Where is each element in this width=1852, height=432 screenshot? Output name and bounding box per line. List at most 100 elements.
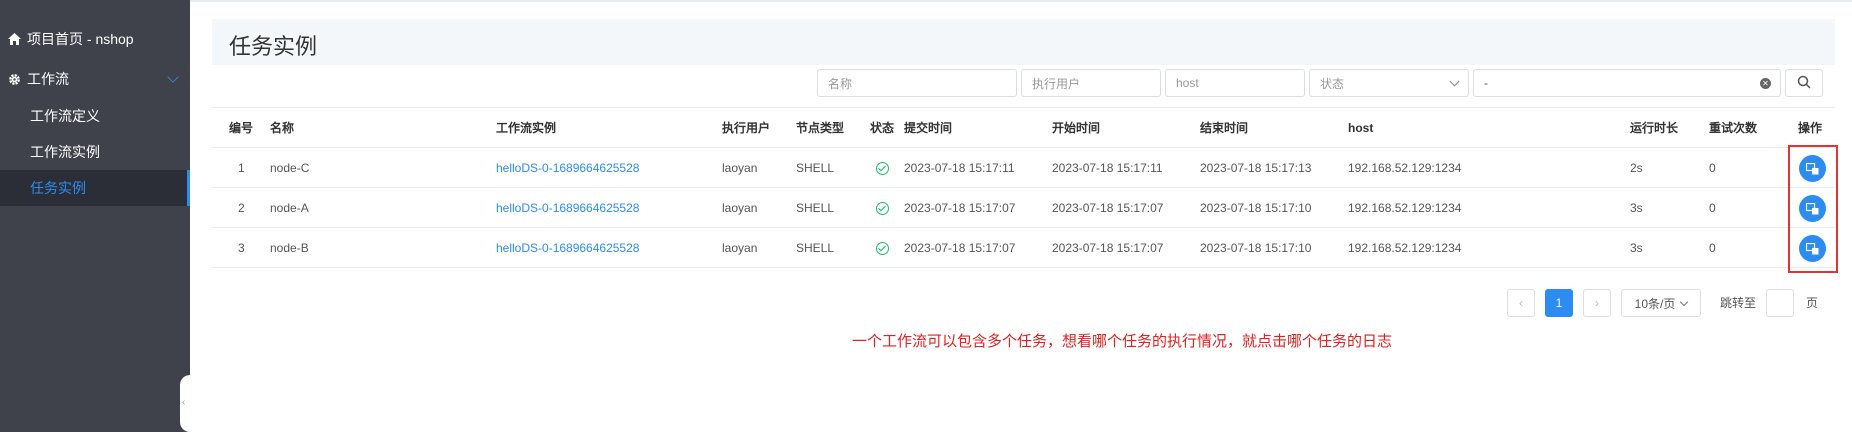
column-header: 重试次数 — [1709, 121, 1758, 135]
state-filter-select[interactable]: 状态 — [1309, 69, 1469, 97]
column-header: 状态 — [870, 121, 895, 135]
start-time: 2023-07-18 15:17:07 — [1052, 241, 1164, 255]
submit-time: 2023-07-18 15:17:07 — [904, 201, 1016, 215]
user-filter-input[interactable]: 执行用户 — [1021, 69, 1161, 97]
row-id: 2 — [238, 201, 245, 215]
retry-count: 0 — [1709, 161, 1716, 175]
table-row: 2 node-A helloDS-0-1689664625528 laoyan … — [212, 188, 1835, 228]
name-filter-placeholder: 名称 — [828, 76, 853, 91]
sidebar-item-task-instance[interactable]: 任务实例 — [0, 170, 190, 206]
sidebar: 项目首页 - nshop 工作流 工作流定义 工作流实例 任务实例 ‹ — [0, 0, 192, 432]
row-id: 3 — [238, 241, 245, 255]
sidebar-item-label: 项目首页 - nshop — [27, 31, 134, 47]
column-header: 开始时间 — [1052, 121, 1101, 135]
page-button-current[interactable]: 1 — [1545, 289, 1573, 317]
submit-time: 2023-07-18 15:17:07 — [904, 241, 1016, 255]
end-time: 2023-07-18 15:17:13 — [1200, 161, 1312, 175]
node-type: SHELL — [796, 201, 835, 215]
workflow-instance-link[interactable]: helloDS-0-1689664625528 — [496, 188, 639, 228]
host-value: 192.168.52.129:1234 — [1348, 161, 1462, 175]
jump-page-input[interactable] — [1766, 289, 1794, 317]
sidebar-group-workflow[interactable]: 工作流 — [0, 62, 190, 96]
chevron-down-icon — [1449, 76, 1460, 87]
retry-count: 0 — [1709, 241, 1716, 255]
page-unit-label: 页 — [1806, 296, 1819, 310]
column-header: 节点类型 — [796, 121, 845, 135]
chevron-right-icon: › — [1595, 296, 1599, 310]
search-icon — [1797, 75, 1811, 92]
table-row: 3 node-B helloDS-0-1689664625528 laoyan … — [212, 228, 1835, 268]
user-filter-placeholder: 执行用户 — [1032, 76, 1081, 91]
end-time: 2023-07-18 15:17:10 — [1200, 241, 1312, 255]
executor-user: laoyan — [722, 161, 758, 175]
run-duration: 3s — [1630, 241, 1643, 255]
chevron-down-icon — [1680, 297, 1689, 306]
sidebar-item-label: 工作流定义 — [30, 108, 100, 124]
host-value: 192.168.52.129:1234 — [1348, 201, 1462, 215]
main-content: 任务实例 名称 执行用户 host 状态 - ✕ 编号 名称 工作流实例 执行用… — [190, 0, 1852, 432]
sidebar-item-label: 任务实例 — [30, 180, 86, 196]
sidebar-item-workflow-instance[interactable]: 工作流实例 — [0, 134, 190, 170]
clear-icon[interactable]: ✕ — [1760, 78, 1771, 89]
page: 项目首页 - nshop 工作流 工作流定义 工作流实例 任务实例 ‹ 任务实例… — [0, 0, 1852, 432]
sidebar-group-label: 工作流 — [27, 71, 69, 87]
column-header: 操作 — [1798, 121, 1823, 135]
name-filter-input[interactable]: 名称 — [817, 69, 1017, 97]
end-time: 2023-07-18 15:17:10 — [1200, 201, 1312, 215]
workflow-instance-link[interactable]: helloDS-0-1689664625528 — [496, 148, 639, 188]
annotation-text: 一个工作流可以包含多个任务，想看哪个任务的执行情况，就点击哪个任务的日志 — [852, 333, 1393, 350]
column-header: 运行时长 — [1630, 121, 1679, 135]
page-title: 任务实例 — [229, 34, 318, 59]
home-icon — [5, 33, 23, 45]
date-range-picker[interactable]: - ✕ — [1473, 69, 1781, 97]
row-id: 1 — [238, 161, 245, 175]
chevron-left-icon: ‹ — [1519, 296, 1523, 310]
host-filter-input[interactable]: host — [1165, 69, 1305, 97]
column-header: 编号 — [229, 121, 254, 135]
host-value: 192.168.52.129:1234 — [1348, 241, 1462, 255]
column-header: 名称 — [270, 121, 295, 135]
next-page-button[interactable]: › — [1583, 289, 1611, 317]
column-header: 结束时间 — [1200, 121, 1249, 135]
executor-user: laoyan — [722, 201, 758, 215]
chevron-down-icon — [167, 71, 179, 83]
start-time: 2023-07-18 15:17:11 — [1052, 161, 1163, 175]
retry-count: 0 — [1709, 201, 1716, 215]
success-status-icon — [876, 162, 889, 175]
executor-user: laoyan — [722, 241, 758, 255]
column-header: host — [1348, 121, 1374, 135]
chevron-left-icon: ‹ — [182, 397, 186, 408]
current-page-number: 1 — [1555, 296, 1563, 310]
sidebar-item-label: 工作流实例 — [30, 144, 100, 160]
task-name: node-A — [270, 201, 309, 215]
success-status-icon — [876, 202, 889, 215]
success-status-icon — [876, 242, 889, 255]
table-header: 编号 名称 工作流实例 执行用户 节点类型 状态 提交时间 开始时间 结束时间 … — [212, 107, 1835, 148]
prev-page-button[interactable]: ‹ — [1507, 289, 1535, 317]
highlight-box — [1788, 145, 1838, 273]
workflow-instance-link[interactable]: helloDS-0-1689664625528 — [496, 228, 639, 268]
page-size-value: 10条/页 — [1634, 296, 1676, 311]
node-type: SHELL — [796, 161, 835, 175]
node-type: SHELL — [796, 241, 835, 255]
sidebar-item-workflow-definition[interactable]: 工作流定义 — [0, 98, 190, 134]
sidebar-item-project-home[interactable]: 项目首页 - nshop — [0, 22, 190, 56]
run-duration: 3s — [1630, 201, 1643, 215]
table-row: 1 node-C helloDS-0-1689664625528 laoyan … — [212, 148, 1835, 188]
page-header: 任务实例 — [212, 19, 1835, 65]
page-size-select[interactable]: 10条/页 — [1621, 289, 1701, 317]
start-time: 2023-07-18 15:17:07 — [1052, 201, 1164, 215]
gear-icon — [5, 73, 23, 86]
host-filter-placeholder: host — [1176, 76, 1199, 90]
search-button[interactable] — [1785, 69, 1823, 97]
column-header: 执行用户 — [722, 121, 771, 135]
state-filter-placeholder: 状态 — [1320, 76, 1345, 91]
column-header: 提交时间 — [904, 121, 953, 135]
date-range-value: - — [1484, 76, 1488, 90]
task-name: node-C — [270, 161, 310, 175]
jump-label: 跳转至 — [1720, 296, 1757, 310]
column-header: 工作流实例 — [496, 121, 557, 135]
run-duration: 2s — [1630, 161, 1643, 175]
submit-time: 2023-07-18 15:17:11 — [904, 161, 1015, 175]
task-name: node-B — [270, 241, 309, 255]
